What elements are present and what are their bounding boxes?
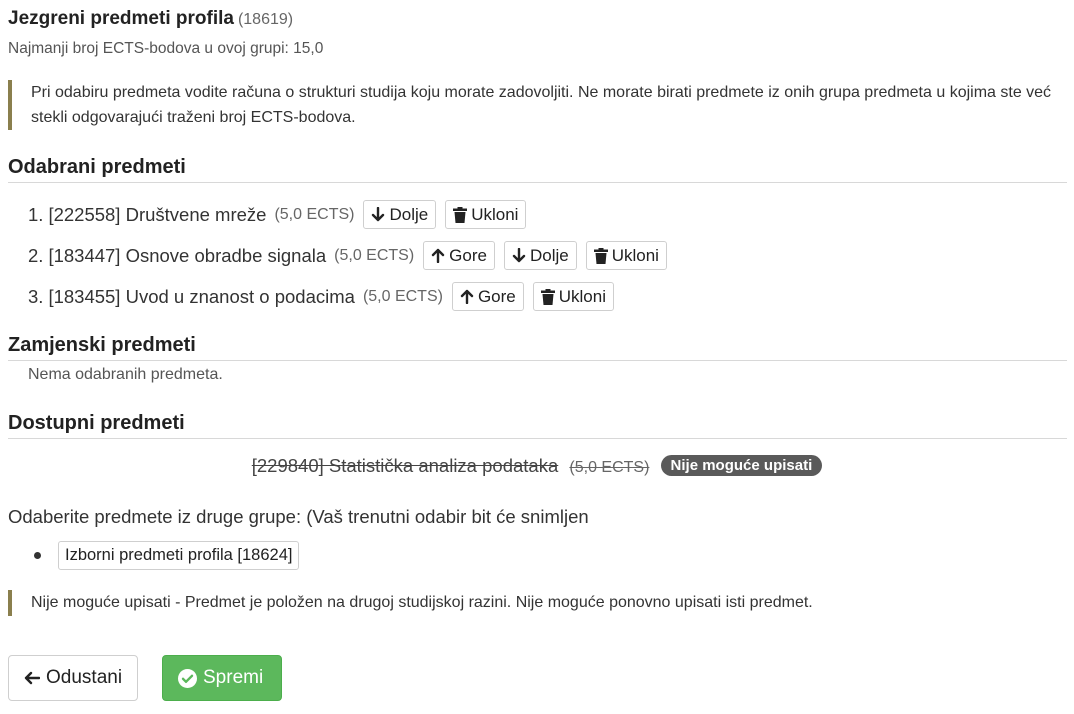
arrow-left-icon — [24, 671, 40, 685]
move-down-button[interactable]: Dolje — [503, 241, 577, 270]
available-course-ects: (5,0 ECTS) — [569, 459, 650, 476]
course-ects: (5,0 ECTS) — [334, 246, 415, 264]
trash-icon — [593, 247, 608, 264]
selected-list: 1. [222558] Društvene mreže (5,0 ECTS) D… — [28, 194, 676, 317]
group-title-text: Jezgreni predmeti profila — [8, 8, 234, 29]
arrow-up-icon — [431, 248, 445, 263]
move-down-label: Dolje — [529, 245, 569, 265]
save-button[interactable]: Spremi — [162, 655, 282, 701]
footnote: Nije moguće upisati - Predmet je položen… — [8, 590, 1066, 616]
move-up-button[interactable]: Gore — [423, 241, 495, 270]
min-ects-text: Najmanji broj ECTS-bodova u ovoj grupi: … — [8, 40, 324, 57]
available-section-title: Dostupni predmeti — [8, 412, 1067, 439]
selected-item: 2. [183447] Osnove obradbe signala (5,0 … — [28, 235, 676, 276]
selected-section-title: Odabrani predmeti — [8, 156, 1067, 183]
trash-icon — [453, 206, 468, 223]
cancel-button[interactable]: Odustani — [8, 655, 139, 701]
selected-item: 3. [183455] Uvod u znanost o podacima (5… — [28, 276, 676, 317]
cancel-label: Odustani — [46, 667, 123, 688]
move-up-label: Gore — [449, 245, 487, 265]
move-down-button[interactable]: Dolje — [363, 200, 437, 229]
remove-label: Ukloni — [471, 204, 519, 224]
group-title: Jezgreni predmeti profila (18619) — [8, 8, 293, 30]
other-group-link[interactable]: Izborni predmeti profila [18624] — [58, 541, 300, 570]
other-groups-text: Odaberite predmete iz druge grupe: (Vaš … — [8, 506, 589, 527]
selected-item: 1. [222558] Društvene mreže (5,0 ECTS) D… — [28, 194, 676, 235]
remove-label: Ukloni — [611, 245, 659, 265]
replacement-section-title: Zamjenski predmeti — [8, 334, 1067, 361]
move-down-label: Dolje — [389, 204, 429, 224]
remove-button[interactable]: Ukloni — [585, 241, 667, 270]
remove-button[interactable]: Ukloni — [445, 200, 527, 229]
item-number: 3. — [28, 285, 44, 307]
replacement-empty-text: Nema odabranih predmeta. — [28, 366, 223, 383]
status-badge: Nije moguće upisati — [660, 455, 823, 476]
check-circle-icon — [178, 668, 197, 688]
save-label: Spremi — [203, 667, 264, 688]
item-number: 1. — [28, 203, 44, 225]
course-name: [222558] Društvene mreže — [48, 203, 267, 225]
item-number: 2. — [28, 244, 44, 266]
structure-notice: Pri odabiru predmeta vodite računa o str… — [8, 80, 1066, 130]
other-groups-list: Izborni predmeti profila [18624] — [34, 541, 300, 570]
available-item: [229840] Statistička analiza podataka (5… — [0, 455, 1074, 477]
course-name: [183455] Uvod u znanost o podacima — [48, 285, 355, 307]
course-ects: (5,0 ECTS) — [362, 287, 443, 305]
course-ects: (5,0 ECTS) — [274, 205, 355, 223]
move-up-button[interactable]: Gore — [451, 282, 524, 311]
course-name: [183447] Osnove obradbe signala — [48, 244, 327, 266]
trash-icon — [540, 288, 555, 305]
remove-button[interactable]: Ukloni — [532, 282, 614, 311]
arrow-up-icon — [460, 289, 474, 304]
group-code: (18619) — [237, 11, 294, 28]
bullet — [34, 552, 41, 559]
arrow-down-icon — [372, 207, 385, 222]
remove-label: Ukloni — [558, 286, 606, 306]
arrow-down-icon — [512, 248, 526, 263]
available-course-name: [229840] Statistička analiza podataka — [251, 455, 559, 476]
move-up-label: Gore — [477, 286, 516, 306]
